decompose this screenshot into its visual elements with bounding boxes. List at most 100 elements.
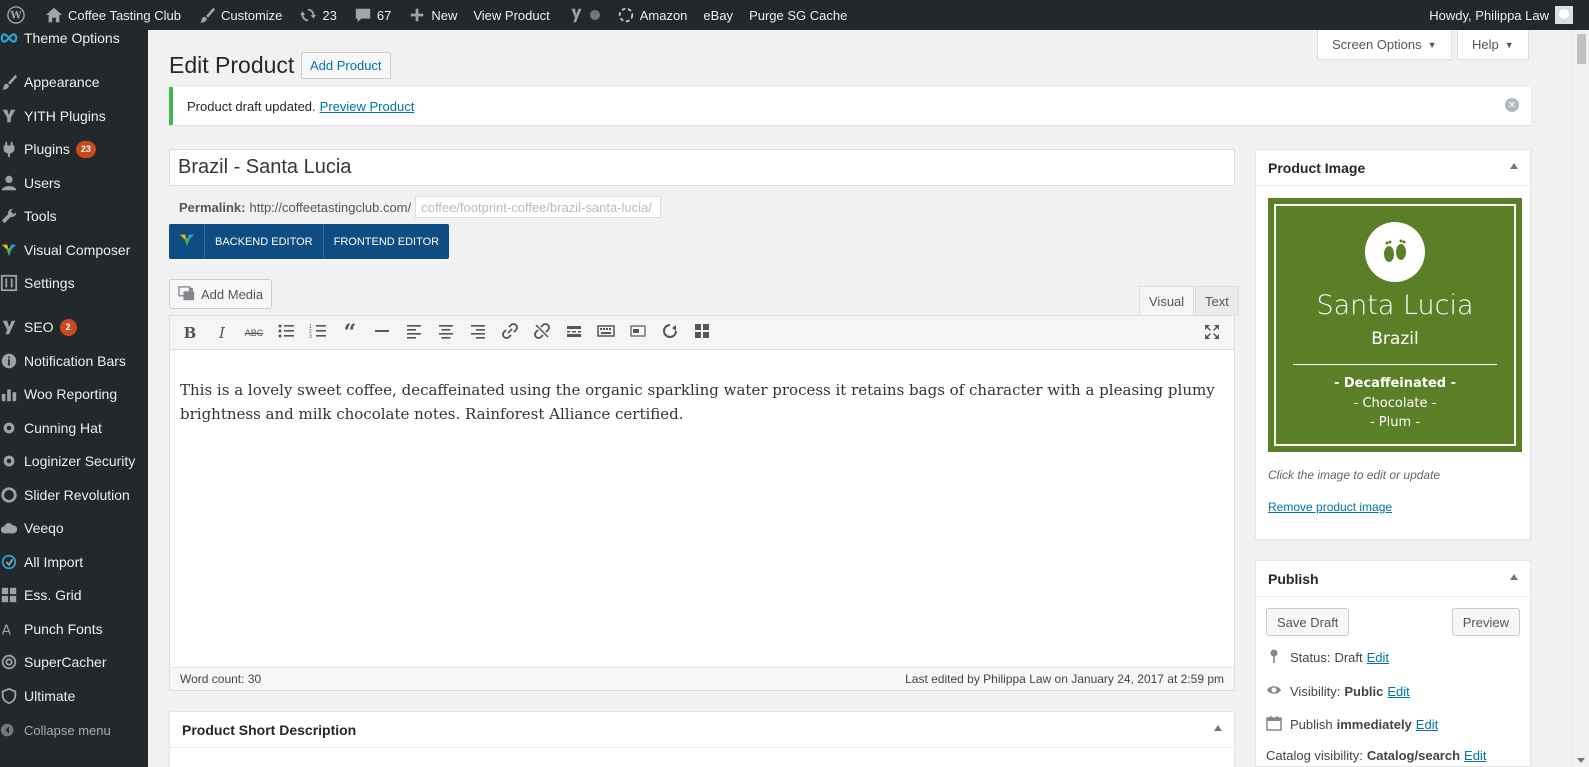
sidebar-item-yith-plugins[interactable]: YITH Plugins [0, 102, 148, 130]
sidebar-item-woo-reporting[interactable]: Woo Reporting [0, 380, 148, 408]
frontend-editor-button[interactable]: FRONTEND EDITOR [324, 224, 450, 259]
tab-visual[interactable]: Visual [1139, 286, 1195, 316]
preview-product-link[interactable]: Preview Product [320, 99, 415, 114]
grid-icon [0, 585, 24, 605]
preview-button[interactable]: Preview [1451, 608, 1520, 636]
page-scrollbar[interactable] [1572, 30, 1589, 767]
bullet-list-button[interactable] [270, 319, 302, 347]
publish-header[interactable]: Publish [1256, 561, 1530, 597]
sidebar-item-theme-options[interactable]: Theme Options [0, 24, 148, 52]
footprint-logo-icon [1365, 222, 1425, 282]
image-note-1: - Decaffeinated - [1333, 376, 1457, 391]
bold-button[interactable]: B [174, 319, 206, 347]
edit-visibility-link[interactable]: Edit [1387, 684, 1409, 699]
sidebar-item-notification-bars[interactable]: Notification Bars [0, 347, 148, 375]
publish-box: Publish Save Draft Preview Status: Draft… [1255, 560, 1531, 767]
fullscreen-button[interactable] [1196, 320, 1228, 348]
remove-link-button[interactable] [526, 319, 558, 347]
add-product-button[interactable]: Add Product [301, 52, 391, 79]
sidebar-item-punch-fonts[interactable]: A Punch Fonts [0, 615, 148, 643]
image-divider [1293, 364, 1497, 365]
sidebar-item-supercacher[interactable]: SuperCacher [0, 648, 148, 676]
editor-content[interactable]: This is a lovely sweet coffee, decaffein… [170, 350, 1234, 426]
post-title-input[interactable]: Brazil - Santa Lucia [169, 149, 1235, 186]
sidebar-item-settings[interactable]: Settings [0, 269, 148, 297]
amazon-link[interactable]: Amazon [608, 0, 696, 30]
remove-product-image-link[interactable]: Remove product image [1268, 500, 1392, 514]
refresh-icon [661, 322, 679, 344]
sidebar-item-slider-revolution[interactable]: Slider Revolution [0, 481, 148, 509]
sync-button[interactable] [654, 319, 686, 347]
media-icon [178, 286, 201, 302]
yoast-seo-menu[interactable] [558, 0, 608, 30]
edit-publish-date-link[interactable]: Edit [1416, 717, 1438, 732]
status-row: Status: Draft Edit [1266, 648, 1389, 667]
save-draft-button[interactable]: Save Draft [1266, 608, 1350, 636]
product-image[interactable]: Santa Lucia Brazil - Decaffeinated - - C… [1268, 198, 1522, 452]
collapse-arrow-icon[interactable] [1214, 725, 1222, 731]
edit-status-link[interactable]: Edit [1367, 650, 1389, 665]
edit-catalog-visibility-link[interactable]: Edit [1464, 748, 1486, 763]
updates-link[interactable]: 23 [290, 0, 344, 30]
new-content-link[interactable]: New [399, 0, 465, 30]
visual-composer-icon [0, 240, 24, 260]
read-more-button[interactable] [558, 319, 590, 347]
comments-link[interactable]: 67 [345, 0, 399, 30]
view-product-link[interactable]: View Product [465, 0, 557, 30]
align-center-button[interactable] [430, 319, 462, 347]
numbered-list-icon: 123 [309, 322, 327, 344]
cloud-icon [0, 518, 24, 538]
help-button[interactable]: Help ▼ [1457, 30, 1529, 60]
plugins-update-badge: 23 [75, 140, 96, 158]
visibility-value: Public [1344, 684, 1384, 699]
fullscreen-icon [1203, 323, 1221, 345]
customize-link[interactable]: Customize [189, 0, 290, 30]
sidebar-item-ess-grid[interactable]: Ess. Grid [0, 581, 148, 609]
sidebar-item-tools[interactable]: Tools [0, 202, 148, 230]
blockquote-button[interactable]: “ [334, 319, 366, 347]
catalog-visibility-row: Catalog visibility: Catalog/search Edit [1266, 748, 1487, 763]
align-left-button[interactable] [398, 319, 430, 347]
toolbar-toggle-button[interactable] [590, 319, 622, 347]
add-media-button[interactable]: Add Media [169, 279, 273, 309]
scroll-down-arrow-icon[interactable] [1577, 758, 1585, 763]
sidebar-item-appearance[interactable]: Appearance [0, 68, 148, 96]
screen-options-button[interactable]: Screen Options ▼ [1317, 30, 1452, 60]
collapse-menu-button[interactable]: Collapse menu [0, 716, 148, 744]
purge-cache-link[interactable]: Purge SG Cache [741, 0, 855, 30]
horizontal-line-button[interactable] [366, 319, 398, 347]
short-description-header[interactable]: Product Short Description [170, 712, 1234, 748]
sidebar-item-ultimate[interactable]: Ultimate [0, 682, 148, 710]
plus-icon [407, 5, 427, 25]
sidebar-item-visual-composer[interactable]: Visual Composer [0, 236, 148, 264]
align-right-button[interactable] [462, 319, 494, 347]
backend-editor-button[interactable]: BACKEND EDITOR [205, 224, 324, 259]
grid-layout-button[interactable] [686, 319, 718, 347]
sliders-icon [0, 273, 24, 293]
product-image-header[interactable]: Product Image [1256, 150, 1530, 186]
collapse-arrow-icon[interactable] [1510, 163, 1518, 169]
sidebar-item-seo[interactable]: SEO 2 [0, 313, 148, 341]
tab-text[interactable]: Text [1195, 286, 1239, 316]
sidebar-item-users[interactable]: Users [0, 169, 148, 197]
strikethrough-button[interactable]: ABC [238, 319, 270, 347]
catalog-visibility-value: Catalog/search [1366, 748, 1461, 763]
numbered-list-button[interactable]: 123 [302, 319, 334, 347]
insert-link-button[interactable] [494, 319, 526, 347]
ebay-link[interactable]: eBay [695, 0, 741, 30]
sidebar-item-all-import[interactable]: All Import [0, 548, 148, 576]
sidebar-item-plugins[interactable]: Plugins 23 [0, 135, 148, 163]
howdy-user[interactable]: Howdy, Philippa Law [1429, 8, 1549, 23]
wordpress-icon: W [6, 5, 26, 25]
collapse-arrow-icon[interactable] [1510, 574, 1518, 580]
sidebar-item-veeqo[interactable]: Veeqo [0, 514, 148, 542]
italic-button[interactable]: I [206, 319, 238, 347]
sidebar-item-loginizer-security[interactable]: Loginizer Security [0, 447, 148, 475]
dismiss-icon[interactable]: ✕ [1505, 98, 1519, 112]
user-icon [0, 173, 24, 193]
permalink-slug-input[interactable]: coffee/footprint-coffee/brazil-santa-luc… [415, 196, 662, 218]
scrollbar-thumb[interactable] [1577, 34, 1586, 64]
shortcode-button[interactable] [622, 319, 654, 347]
avatar[interactable] [1555, 6, 1573, 24]
sidebar-item-cunning-hat[interactable]: Cunning Hat [0, 414, 148, 442]
